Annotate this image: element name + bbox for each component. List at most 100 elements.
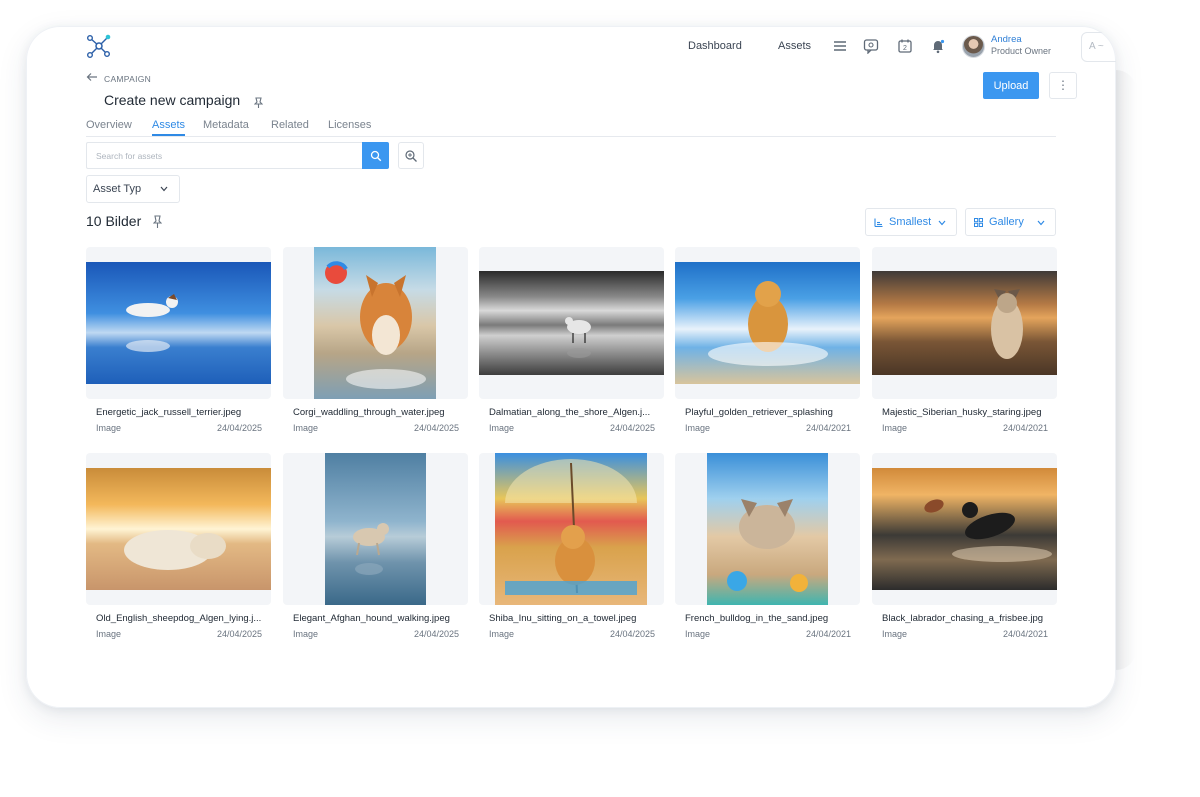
asset-thumbnail[interactable] [86,247,271,399]
dog-illustration [325,261,426,389]
asset-type: Image [293,629,319,639]
tab-overview[interactable]: Overview [86,119,132,136]
asset-date: 24/04/2021 [805,423,851,433]
dog-illustration [126,294,178,352]
search-input[interactable] [86,142,362,169]
pin-icon[interactable] [254,97,263,108]
asset-thumbnail[interactable] [675,247,860,399]
asset-thumbnail[interactable] [283,453,468,605]
avatar[interactable] [962,35,985,58]
logo-icon[interactable] [86,34,112,58]
chevron-down-icon [160,186,168,192]
asset-image [495,453,647,605]
ai-search-icon [405,150,417,162]
user-role: Product Owner [991,46,1052,56]
asset-date: 24/04/2021 [1002,423,1048,433]
asset-filename[interactable]: Dalmatian_along_the_shore_Algen.j... [489,407,659,418]
chat-icon[interactable] [863,38,879,54]
chevron-down-icon [938,220,946,226]
asset-thumbnail[interactable] [675,453,860,605]
nav-assets[interactable]: Assets [778,40,811,52]
asset-date: 24/04/2025 [609,423,655,433]
asset-filename[interactable]: Black_labrador_chasing_a_frisbee.jpg [882,613,1052,624]
asset-image [675,262,860,384]
menu-icon[interactable] [832,38,848,54]
tab-metadata[interactable]: Metadata [203,119,249,136]
calendar-icon[interactable]: 2 [897,38,913,54]
dog-illustration [727,499,808,592]
asset-filename[interactable]: Majestic_Siberian_husky_staring.jpeg [882,407,1052,418]
asset-thumbnail[interactable] [872,247,1057,399]
tab-assets[interactable]: Assets [152,119,186,136]
breadcrumb[interactable]: CAMPAIGN [104,74,151,84]
asset-image [314,247,436,399]
app-window: Dashboard Assets 2 Andrea Product Owner … [26,26,1116,708]
asset-type-filter[interactable]: Asset Typ [86,175,180,203]
asset-type: Image [882,629,908,639]
sort-label: Smallest [889,216,932,228]
asset-image [86,262,271,384]
asset-image [872,468,1057,590]
dog-illustration [505,459,637,595]
asset-thumbnail[interactable] [872,453,1057,605]
asset-date: 24/04/2025 [216,629,262,639]
asset-date: 24/04/2025 [609,629,655,639]
asset-image [707,453,828,605]
sort-icon [874,218,883,227]
tab-related[interactable]: Related [271,119,309,136]
more-options-button[interactable]: ⋮ [1049,72,1077,99]
asset-filename[interactable]: Elegant_Afghan_hound_walking.jpeg [293,613,463,624]
gallery-icon [974,218,983,227]
asset-filename[interactable]: Playful_golden_retriever_splashing [685,407,855,418]
asset-thumbnail[interactable] [479,247,664,399]
upload-button[interactable]: Upload [983,72,1039,99]
chevron-down-icon [1037,220,1045,226]
asset-type: Image [293,423,319,433]
dog-illustration [924,499,1052,562]
language-pill[interactable]: A ~ [1081,32,1116,62]
asset-filename[interactable]: Shiba_Inu_sitting_on_a_towel.jpeg [489,613,659,624]
asset-thumbnail[interactable] [283,247,468,399]
page-title: Create new campaign [104,92,241,108]
pin-icon[interactable] [153,215,162,228]
search-button[interactable] [362,142,389,169]
tab-bar: Overview Assets Metadata Related License… [86,119,1056,137]
dog-illustration [565,317,591,358]
nav-dashboard[interactable]: Dashboard [688,40,742,52]
back-arrow-icon[interactable] [86,72,98,82]
asset-image [325,453,426,605]
dog-illustration [124,530,226,570]
device-shadow [1116,70,1136,670]
asset-filename[interactable]: French_bulldog_in_the_sand.jpeg [685,613,855,624]
asset-thumbnail[interactable] [479,453,664,605]
user-name[interactable]: Andrea [991,34,1022,45]
asset-image [872,271,1057,375]
sort-dropdown[interactable]: Smallest [865,208,957,236]
svg-text:2: 2 [903,45,907,52]
view-label: Gallery [989,216,1024,228]
asset-filename[interactable]: Old_English_sheepdog_Algen_lying.j... [96,613,266,624]
asset-type: Image [685,423,711,433]
asset-filename[interactable]: Energetic_jack_russell_terrier.jpeg [96,407,266,418]
ai-search-button[interactable] [398,142,424,169]
asset-image [86,468,271,590]
bell-icon[interactable] [930,38,946,54]
asset-date: 24/04/2025 [413,423,459,433]
asset-image [479,271,664,375]
dog-illustration [991,289,1023,359]
dog-illustration [353,523,389,575]
tab-licenses[interactable]: Licenses [328,119,371,136]
asset-date: 24/04/2025 [413,629,459,639]
asset-type-label: Asset Typ [93,183,142,195]
asset-filename[interactable]: Corgi_waddling_through_water.jpeg [293,407,463,418]
view-dropdown[interactable]: Gallery [965,208,1056,236]
asset-date: 24/04/2021 [1002,629,1048,639]
search-icon [370,150,381,161]
asset-thumbnail[interactable] [86,453,271,605]
asset-type: Image [96,629,122,639]
asset-type: Image [685,629,711,639]
asset-date: 24/04/2025 [216,423,262,433]
asset-type: Image [489,423,515,433]
asset-date: 24/04/2021 [805,629,851,639]
dog-illustration [708,281,828,366]
